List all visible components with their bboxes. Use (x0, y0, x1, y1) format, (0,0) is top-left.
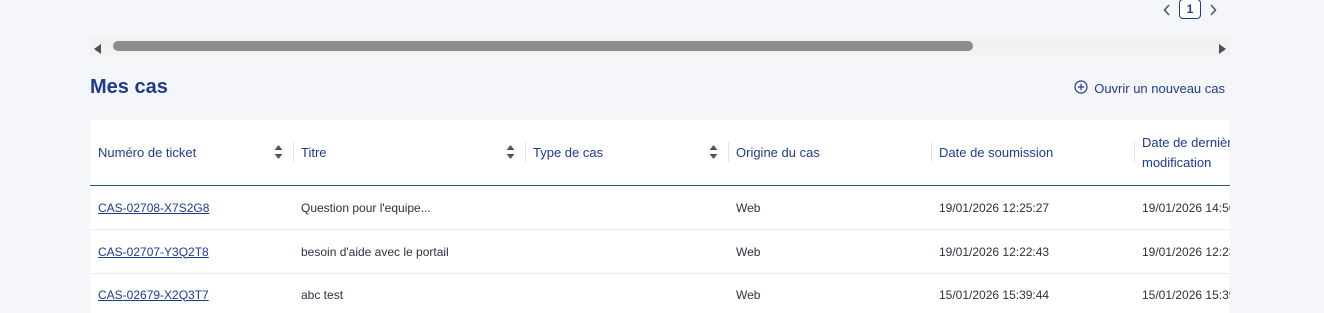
sort-icon[interactable] (506, 144, 515, 163)
submitted-cell: 19/01/2026 12:25:27 (939, 200, 1050, 215)
horizontal-scrollbar[interactable] (90, 37, 1230, 55)
page-number-button[interactable]: 1 (1179, 0, 1201, 19)
column-header-ticket[interactable]: Numéro de ticket (90, 120, 293, 185)
sort-icon[interactable] (274, 144, 283, 163)
title-cell: besoin d'aide avec le portail (301, 244, 449, 259)
column-header-submitted: Date de soumission (931, 120, 1134, 185)
scroll-right-icon[interactable] (1218, 41, 1226, 59)
scrollbar-thumb[interactable] (113, 41, 973, 51)
new-case-button[interactable]: Ouvrir un nouveau cas (1074, 80, 1225, 97)
ticket-cell: CAS-02679-X2Q3T7 (98, 273, 209, 313)
chevron-right-icon[interactable] (1207, 2, 1219, 18)
column-header-modified: Date de dernière modification (1134, 120, 1230, 185)
ticket-link[interactable]: CAS-02707-Y3Q2T8 (98, 245, 209, 259)
ticket-link[interactable]: CAS-02708-X7S2G8 (98, 201, 209, 215)
column-header-title[interactable]: Titre (293, 120, 525, 185)
ticket-cell: CAS-02707-Y3Q2T8 (98, 230, 209, 273)
cases-table: Numéro de ticket Titre Type de cas Origi… (90, 120, 1230, 313)
sort-icon[interactable] (709, 144, 718, 163)
modified-cell: 19/01/2026 12:23 (1142, 244, 1230, 259)
new-case-label: Ouvrir un nouveau cas (1094, 81, 1225, 96)
table-row: CAS-02708-X7S2G8 Question pour l'equipe.… (90, 186, 1230, 230)
submitted-cell: 19/01/2026 12:22:43 (939, 244, 1050, 259)
section-title: Mes cas (90, 76, 168, 98)
title-cell: Question pour l'equipe... (301, 200, 431, 215)
column-header-origin: Origine du cas (728, 120, 931, 185)
table-header: Numéro de ticket Titre Type de cas Origi… (90, 120, 1230, 186)
ticket-cell: CAS-02708-X7S2G8 (98, 186, 209, 229)
origin-cell: Web (736, 244, 761, 259)
column-header-type[interactable]: Type de cas (525, 120, 728, 185)
scroll-left-icon[interactable] (94, 41, 102, 59)
modified-cell: 19/01/2026 14:56 (1142, 200, 1230, 215)
table-row: CAS-02707-Y3Q2T8 besoin d'aide avec le p… (90, 230, 1230, 274)
submitted-cell: 15/01/2026 15:39:44 (939, 287, 1050, 302)
modified-cell: 15/01/2026 15:39 (1142, 287, 1230, 302)
title-cell: abc test (301, 287, 344, 302)
pagination: 1 (1161, 0, 1219, 20)
ticket-link[interactable]: CAS-02679-X2Q3T7 (98, 288, 209, 302)
chevron-left-icon[interactable] (1161, 2, 1173, 18)
plus-circle-icon (1074, 80, 1088, 97)
table-row: CAS-02679-X2Q3T7 abc test Web 15/01/2026… (90, 273, 1230, 313)
origin-cell: Web (736, 287, 761, 302)
origin-cell: Web (736, 200, 761, 215)
